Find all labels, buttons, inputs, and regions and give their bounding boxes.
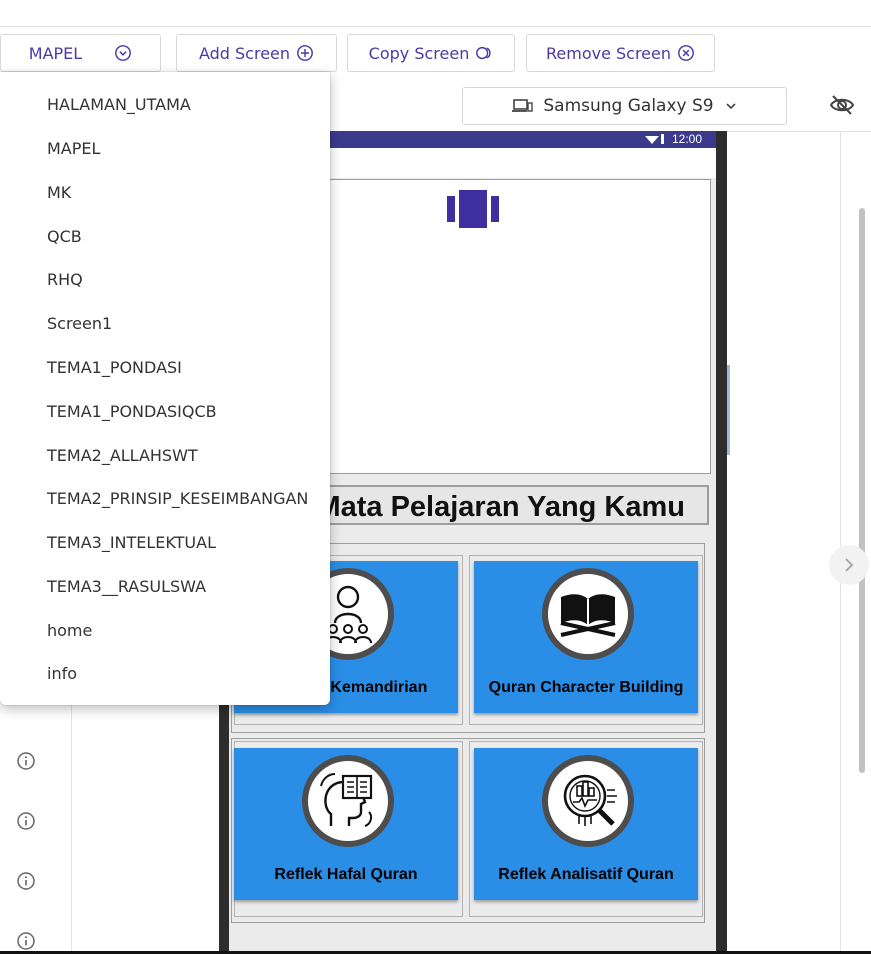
screen-menu-item[interactable]: Screen1 — [47, 314, 112, 333]
device-name: Samsung Galaxy S9 — [543, 96, 714, 116]
screen-menu-item[interactable]: QCB — [47, 227, 82, 246]
status-time: 12:00 — [671, 132, 702, 146]
screen-menu-item[interactable]: TEMA2_PRINSIP_KESEIMBANGAN — [47, 489, 308, 508]
copy-screen-button[interactable]: Copy Screen — [347, 34, 515, 72]
card-icon-circle — [302, 755, 394, 847]
eye-off-icon[interactable] — [829, 94, 855, 116]
card-label: Quran Character Building — [488, 679, 684, 696]
top-strip — [0, 0, 871, 27]
subjects-title-text: Mata Pelajaran Yang Kamu — [316, 491, 685, 523]
screen-menu-item[interactable]: TEMA3_INTELEKTUAL — [47, 533, 216, 552]
chevron-right-icon — [845, 558, 854, 572]
phone-side-accent — [727, 365, 730, 455]
card-icon-circle — [542, 755, 634, 847]
screen-menu-item[interactable]: info — [47, 664, 77, 683]
add-screen-label: Add Screen — [198, 43, 291, 63]
screen-menu-item[interactable]: TEMA1_PONDASI — [47, 358, 182, 377]
screen-menu-item[interactable]: MAPEL — [47, 139, 100, 158]
info-icon[interactable] — [16, 931, 36, 951]
screen-menu-item[interactable]: HALAMAN_UTAMA — [47, 95, 191, 114]
vertical-scrollbar[interactable] — [859, 208, 865, 773]
copy-screen-label: Copy Screen — [368, 43, 470, 63]
next-arrow-button[interactable] — [829, 545, 869, 585]
copy-circles-icon — [476, 46, 491, 60]
info-icon[interactable] — [16, 811, 36, 831]
chevron-down-icon — [726, 103, 736, 110]
card-reflek-hafal-quran[interactable]: Reflek Hafal Quran — [234, 748, 458, 900]
plus-circle-icon — [297, 45, 313, 61]
close-circle-icon — [678, 45, 694, 61]
devices-icon — [512, 99, 534, 112]
head-book-icon — [320, 773, 373, 827]
wifi-battery-icon — [645, 134, 664, 144]
chevron-circle-down-icon — [115, 45, 132, 61]
app-logo-icon — [447, 190, 499, 228]
screen-menu-item[interactable]: home — [47, 621, 92, 640]
card-icon-circle — [542, 568, 634, 660]
app-inventor-designer: MAPEL Add Screen Copy Screen Remove Scre… — [0, 0, 871, 954]
screen-menu-item[interactable]: TEMA1_PONDASIQCB — [47, 402, 217, 421]
screen-menu-item[interactable]: TEMA3__RASULSWA — [47, 577, 206, 596]
quran-book-icon — [560, 594, 616, 637]
add-screen-button[interactable]: Add Screen — [176, 34, 337, 72]
screen-menu-item[interactable]: RHQ — [47, 270, 83, 289]
card-label: Reflek Hafal Quran — [274, 866, 418, 883]
card-reflek-analisatif-quran[interactable]: Reflek Analisatif Quran — [474, 748, 698, 900]
screen-menu-item[interactable]: TEMA2_ALLAHSWT — [47, 446, 198, 465]
right-column-divider — [840, 132, 841, 954]
device-select[interactable]: Samsung Galaxy S9 — [462, 87, 787, 125]
screen-menu-item[interactable]: MK — [47, 183, 71, 202]
magnifier-chart-icon — [563, 774, 617, 826]
remove-screen-button[interactable]: Remove Screen — [526, 34, 715, 72]
remove-screen-label: Remove Screen — [545, 43, 672, 63]
screen-select-button[interactable]: MAPEL — [0, 34, 161, 72]
card-quran-character-building[interactable]: Quran Character Building — [474, 561, 698, 713]
screen-select-label: MAPEL — [28, 43, 83, 63]
info-icon[interactable] — [16, 751, 36, 771]
card-label: Reflek Analisatif Quran — [498, 866, 674, 883]
screen-dropdown-menu: HALAMAN_UTAMA MAPEL MK QCB RHQ Screen1 T… — [0, 72, 330, 705]
screen-toolbar: MAPEL Add Screen Copy Screen Remove Scre… — [0, 34, 871, 72]
info-icon[interactable] — [16, 871, 36, 891]
